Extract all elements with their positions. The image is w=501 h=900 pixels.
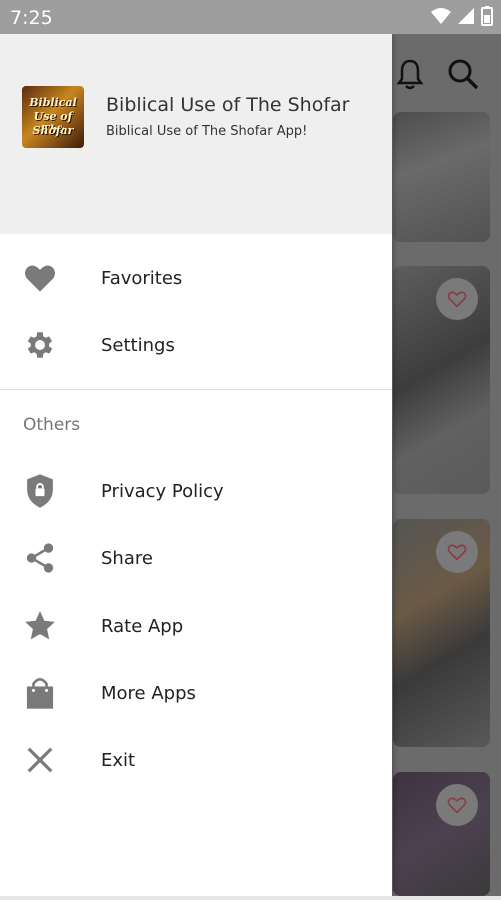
app-subtitle: Biblical Use of The Shofar App! [106,124,308,139]
menu-item-label: More Apps [101,682,196,704]
section-label-others: Others [23,415,81,435]
menu-item-privacy-policy[interactable]: Privacy Policy [0,459,392,523]
content-card[interactable] [393,519,490,747]
gear-icon [22,327,58,363]
favorite-button[interactable] [436,278,478,320]
menu-item-exit[interactable]: Exit [0,728,392,792]
status-bar: 7:25 [0,0,501,34]
app-logo: Biblical Use of The Shofar [22,86,84,148]
favorite-button[interactable] [436,531,478,573]
divider [0,389,392,390]
status-time: 7:25 [10,7,53,29]
heart-outline-icon [447,797,467,814]
shield-lock-icon [22,473,58,509]
close-icon [22,742,58,778]
heart-outline-icon [447,544,467,561]
menu-item-more-apps[interactable]: More Apps [0,661,392,725]
favorite-button[interactable] [436,784,478,826]
menu-item-share[interactable]: Share [0,526,392,590]
menu-item-label: Favorites [101,267,183,289]
share-icon [22,540,58,576]
heart-outline-icon [447,291,467,308]
notification-bell-icon[interactable] [395,58,425,90]
menu-item-label: Share [101,547,153,569]
shopping-bag-icon [22,675,58,711]
heart-icon [22,260,58,296]
menu-item-rate-app[interactable]: Rate App [0,594,392,658]
menu-item-label: Rate App [101,615,184,637]
menu-item-settings[interactable]: Settings [0,313,392,377]
bottom-edge [0,896,501,900]
menu-item-label: Privacy Policy [101,480,224,502]
menu-item-favorites[interactable]: Favorites [0,246,392,310]
signal-icon [458,8,474,24]
status-icons [431,6,493,26]
battery-icon [481,6,493,26]
search-icon[interactable] [447,58,479,90]
star-icon [22,608,58,644]
app-title: Biblical Use of The Shofar [106,94,350,116]
navigation-drawer: Biblical Use of The Shofar Biblical Use … [0,34,392,896]
content-card[interactable] [393,112,490,242]
wifi-icon [431,8,451,24]
menu-item-label: Settings [101,334,175,356]
content-card[interactable] [393,266,490,494]
app-bar-icons [395,58,479,90]
content-card[interactable] [393,772,490,896]
menu-item-label: Exit [101,749,136,771]
drawer-header: Biblical Use of The Shofar Biblical Use … [0,34,392,234]
